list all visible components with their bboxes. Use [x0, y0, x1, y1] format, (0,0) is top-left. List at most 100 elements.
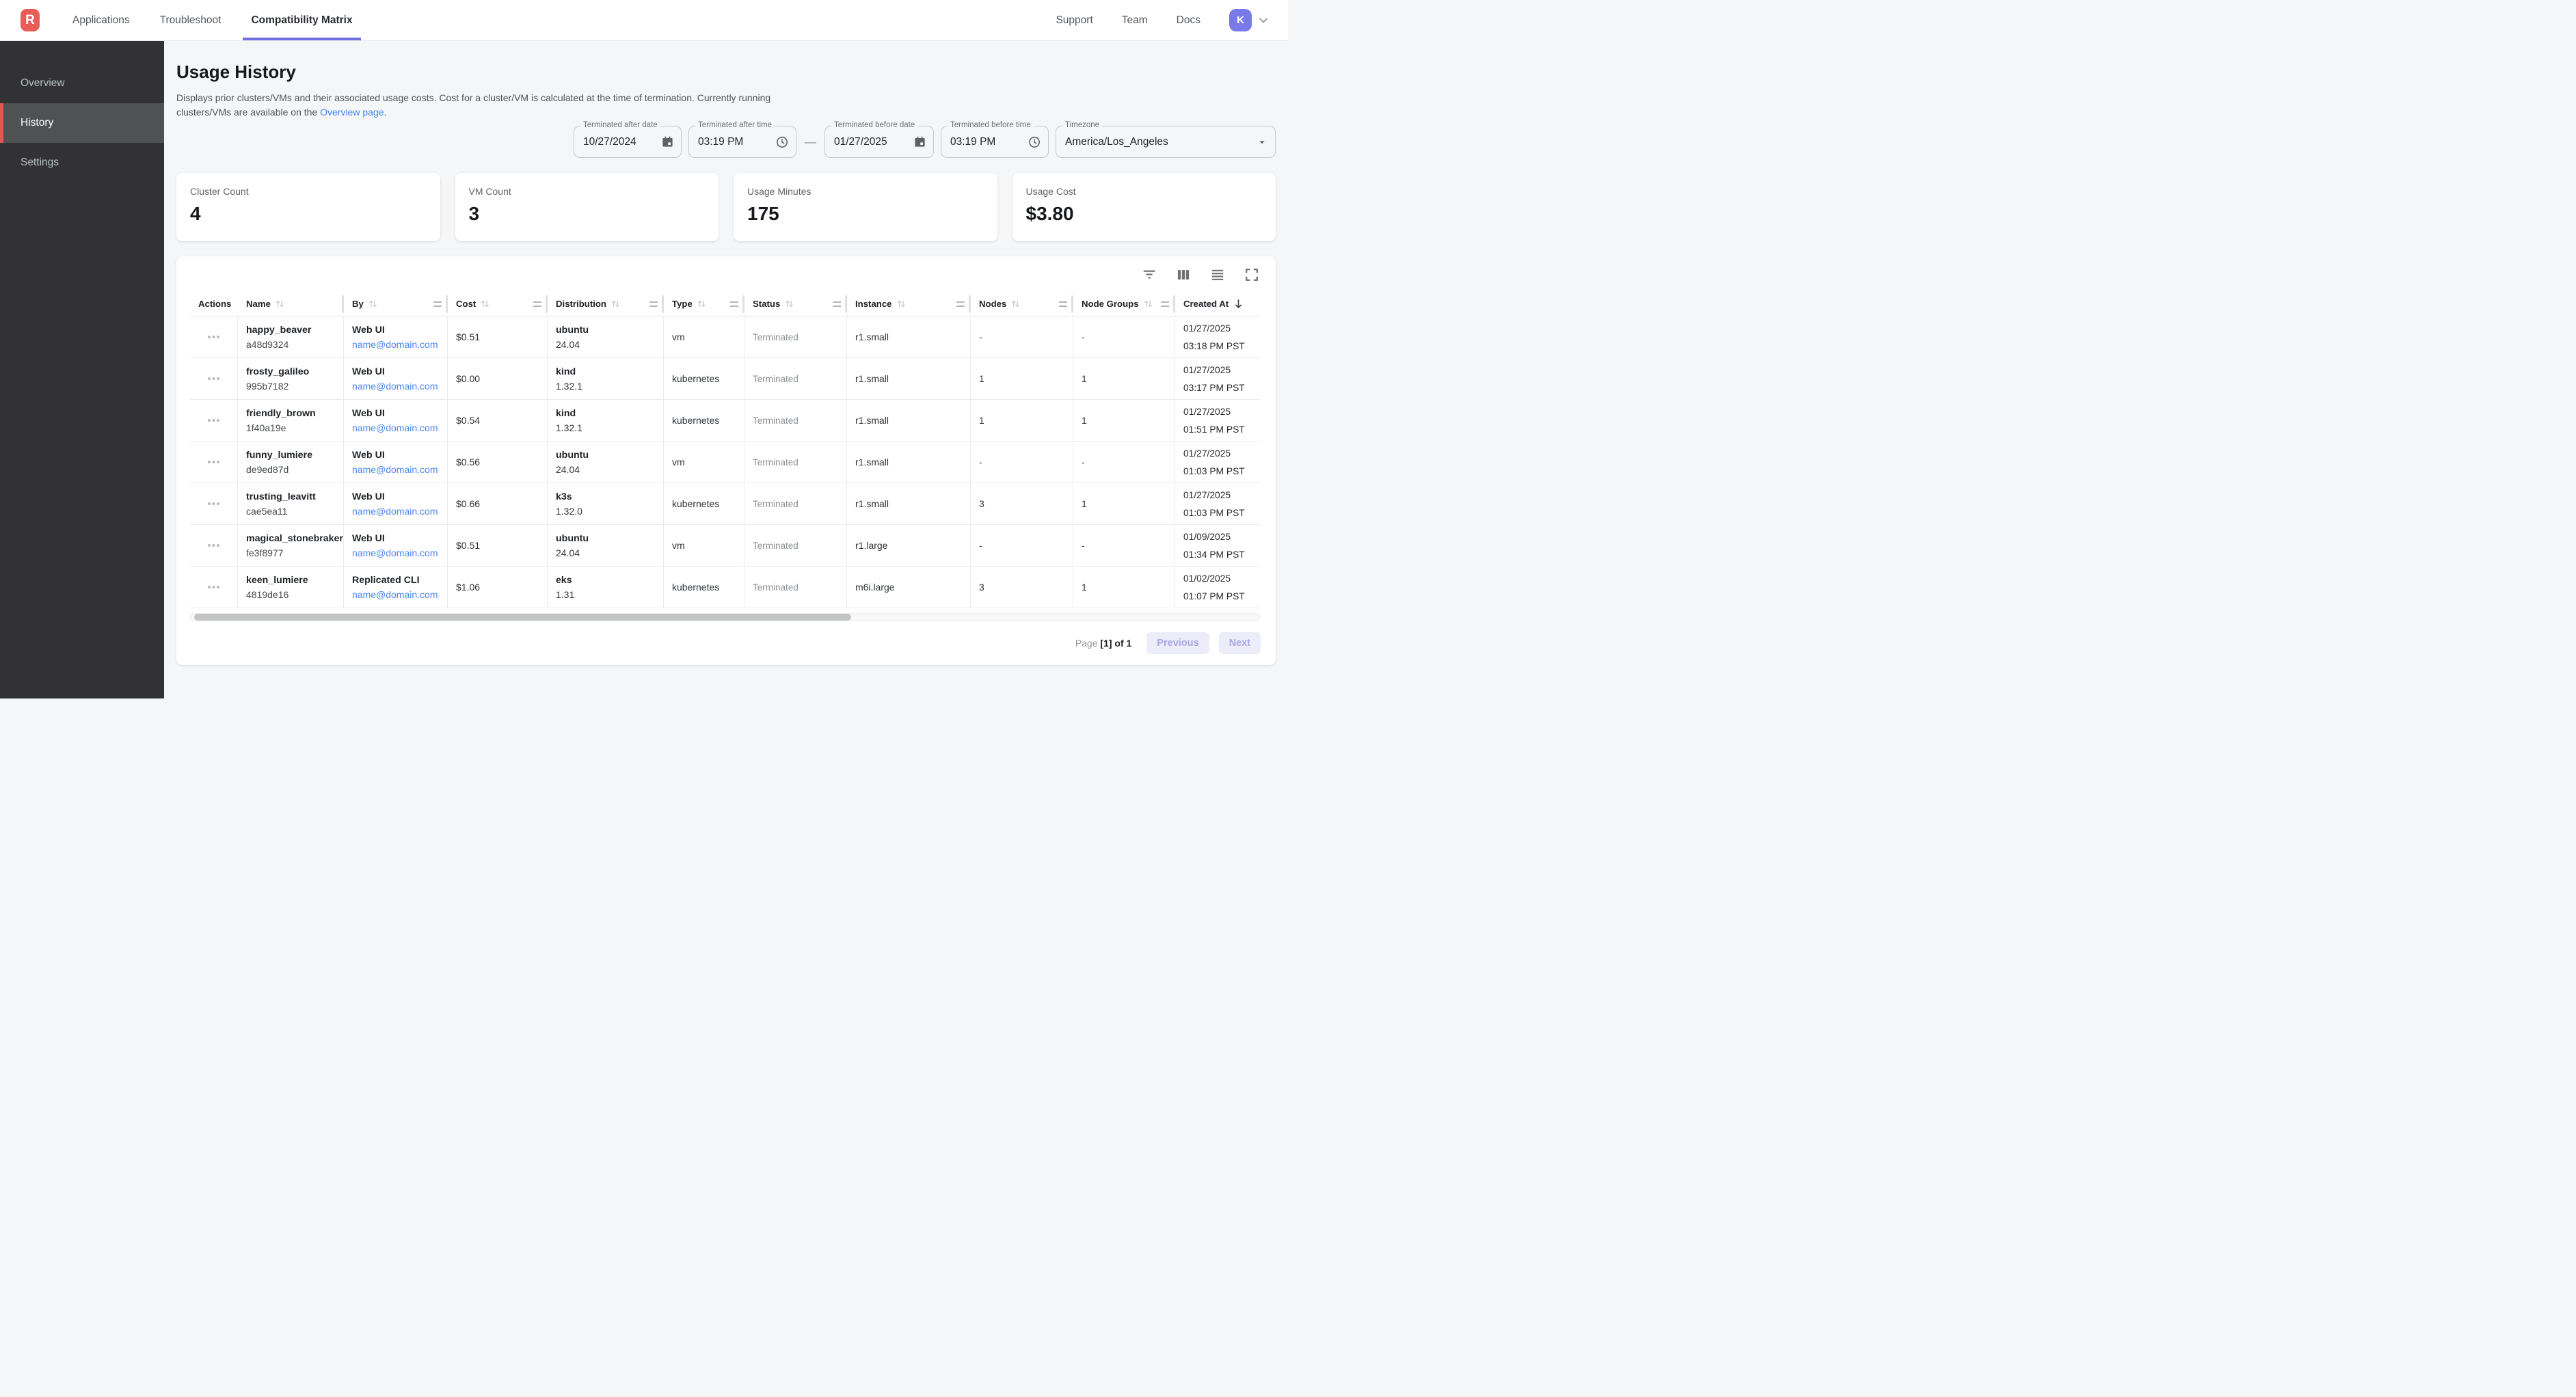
sidebar-item-history[interactable]: History: [0, 103, 164, 143]
row-actions-cell[interactable]: [190, 316, 238, 357]
user-menu[interactable]: K: [1229, 9, 1270, 31]
filter-value[interactable]: America/Los_Angeles: [1065, 136, 1250, 148]
nav-link-docs[interactable]: Docs: [1177, 14, 1200, 27]
columns-icon[interactable]: [1176, 267, 1191, 282]
instance-value: r1.small: [855, 498, 970, 509]
column-menu-icon[interactable]: [1161, 301, 1169, 307]
previous-button[interactable]: Previous: [1146, 632, 1209, 654]
horizontal-scrollbar[interactable]: [190, 613, 1260, 621]
nav-link-support[interactable]: Support: [1056, 14, 1092, 27]
row-actions-menu-icon[interactable]: [207, 377, 220, 381]
sort-icon[interactable]: [1010, 299, 1021, 309]
sidebar-item-overview[interactable]: Overview: [0, 64, 164, 103]
by-cell: Web UIname@domain.com: [344, 525, 448, 566]
name-cell: friendly_brown1f40a19e: [238, 400, 344, 441]
sort-icon[interactable]: [611, 299, 621, 309]
filter-value[interactable]: 01/27/2025: [834, 136, 908, 148]
column-label: Created At: [1183, 299, 1229, 309]
filter-timezone[interactable]: TimezoneAmerica/Los_Angeles: [1056, 126, 1276, 158]
column-header-instance[interactable]: Instance: [847, 292, 971, 316]
row-actions-menu-icon[interactable]: [207, 585, 220, 589]
sort-icon[interactable]: [275, 299, 285, 309]
row-actions-cell[interactable]: [190, 400, 238, 441]
filter-terminated-after-time[interactable]: Terminated after time03:19 PM: [688, 126, 796, 158]
cost-cell: $0.66: [448, 483, 548, 524]
row-actions-cell[interactable]: [190, 567, 238, 608]
column-header-name[interactable]: Name: [238, 292, 344, 316]
filter-terminated-before-time[interactable]: Terminated before time03:19 PM: [941, 126, 1049, 158]
replicated-logo[interactable]: R: [21, 9, 40, 31]
column-header-status[interactable]: Status: [744, 292, 847, 316]
created-by-email-link[interactable]: name@domain.com: [352, 422, 447, 433]
column-menu-icon[interactable]: [433, 301, 442, 307]
filter-terminated-after-date[interactable]: Terminated after date10/27/2024: [574, 126, 682, 158]
filter-value[interactable]: 03:19 PM: [698, 136, 770, 148]
created-by-email-link[interactable]: name@domain.com: [352, 381, 447, 392]
sort-icon[interactable]: [480, 299, 490, 309]
sort-desc-icon[interactable]: [1233, 298, 1244, 310]
instance-cell: m6i.large: [847, 567, 971, 608]
sort-icon[interactable]: [784, 299, 794, 309]
row-actions-cell[interactable]: [190, 525, 238, 566]
column-header-by[interactable]: By: [344, 292, 448, 316]
row-actions-menu-icon[interactable]: [207, 502, 220, 506]
nav-link-team[interactable]: Team: [1122, 14, 1148, 27]
node-groups-cell: -: [1073, 442, 1175, 483]
column-header-distribution[interactable]: Distribution: [548, 292, 664, 316]
sort-icon[interactable]: [697, 299, 707, 309]
overview-page-link[interactable]: Overview page: [320, 107, 384, 118]
dropdown-arrow-icon[interactable]: [1256, 136, 1268, 148]
column-label: Instance: [855, 299, 892, 309]
clock-icon[interactable]: [775, 135, 789, 149]
column-header-node-groups[interactable]: Node Groups: [1073, 292, 1175, 316]
sort-icon[interactable]: [896, 299, 907, 309]
cost-cell: $0.56: [448, 442, 548, 483]
filter-value[interactable]: 10/27/2024: [583, 136, 656, 148]
filter-range-dash: —: [803, 135, 818, 149]
clock-icon[interactable]: [1028, 135, 1041, 149]
nav-tab-applications[interactable]: Applications: [72, 0, 130, 40]
filter-terminated-before-date[interactable]: Terminated before date01/27/2025: [824, 126, 934, 158]
column-menu-icon[interactable]: [1059, 301, 1067, 307]
by-cell: Web UI name@domain.com: [344, 316, 448, 357]
row-actions-cell[interactable]: [190, 358, 238, 399]
fullscreen-icon[interactable]: [1244, 267, 1259, 282]
created-by-email-link[interactable]: name@domain.com: [352, 506, 447, 517]
horizontal-scrollbar-thumb[interactable]: [194, 614, 851, 621]
column-header-created-at[interactable]: Created At: [1175, 292, 1260, 316]
created-by-email-link[interactable]: name@domain.com: [352, 589, 447, 600]
nav-tab-compatibility-matrix[interactable]: Compatibility Matrix: [251, 0, 352, 40]
calendar-icon[interactable]: [913, 135, 926, 148]
column-header-nodes[interactable]: Nodes: [971, 292, 1073, 316]
row-actions-menu-icon[interactable]: [207, 418, 220, 422]
column-menu-icon[interactable]: [956, 301, 965, 307]
row-actions-menu-icon[interactable]: [207, 543, 220, 547]
cluster-id: fe3f8977: [246, 547, 343, 558]
row-actions-cell[interactable]: [190, 483, 238, 524]
nav-tab-troubleshoot[interactable]: Troubleshoot: [160, 0, 222, 40]
column-header-type[interactable]: Type: [664, 292, 744, 316]
filter-icon[interactable]: [1142, 267, 1157, 282]
filter-value[interactable]: 03:19 PM: [950, 136, 1022, 148]
column-header-cost[interactable]: Cost: [448, 292, 548, 316]
type-value: kubernetes: [672, 498, 744, 509]
calendar-icon[interactable]: [661, 135, 674, 148]
sidebar-item-settings[interactable]: Settings: [0, 143, 164, 182]
row-actions-menu-icon[interactable]: [207, 335, 220, 339]
column-menu-icon[interactable]: [649, 301, 658, 307]
column-menu-icon[interactable]: [833, 301, 841, 307]
row-actions-menu-icon[interactable]: [207, 460, 220, 464]
next-button[interactable]: Next: [1219, 632, 1261, 654]
created-by-email-link[interactable]: name@domain.com: [352, 339, 447, 350]
chevron-down-icon[interactable]: [1257, 14, 1270, 27]
column-menu-icon[interactable]: [533, 301, 541, 307]
created-by-email-link[interactable]: name@domain.com: [352, 464, 447, 475]
density-icon[interactable]: [1210, 267, 1225, 282]
row-actions-cell[interactable]: [190, 442, 238, 483]
sort-icon[interactable]: [368, 299, 378, 309]
column-menu-icon[interactable]: [730, 301, 738, 307]
avatar[interactable]: K: [1229, 9, 1252, 31]
created-by-source: Web UI: [352, 325, 447, 336]
sort-icon[interactable]: [1143, 299, 1153, 309]
created-by-email-link[interactable]: name@domain.com: [352, 547, 447, 558]
